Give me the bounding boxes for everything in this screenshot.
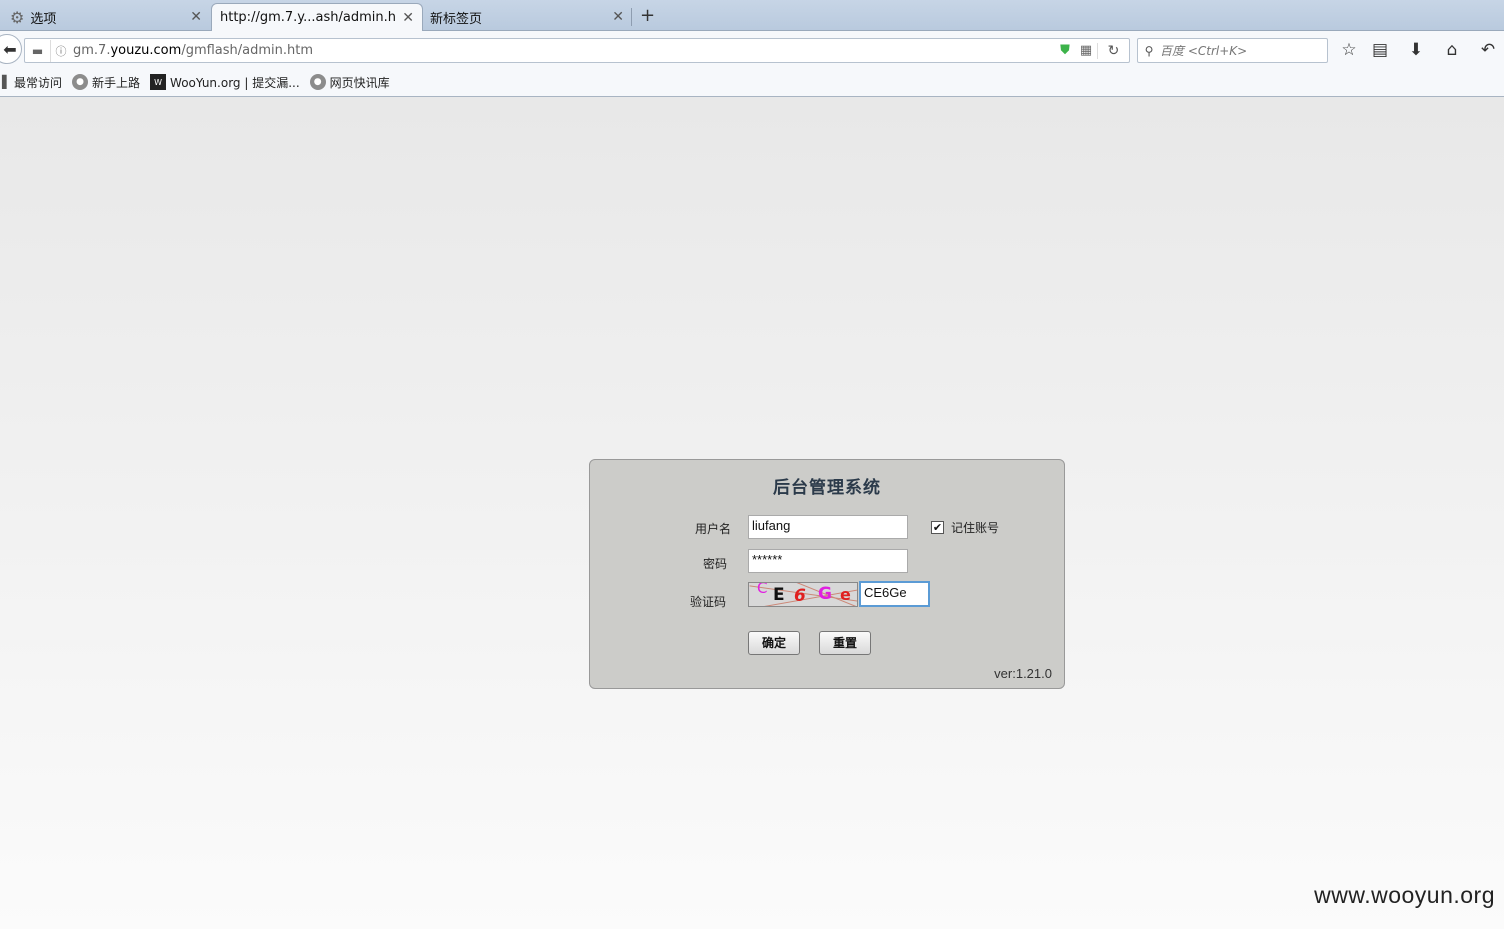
- login-title: 后台管理系统: [773, 478, 881, 498]
- search-icon: ⚲: [1144, 43, 1154, 58]
- bookmark-label: 新手上路: [92, 75, 141, 90]
- tab-label: http://gm.7.y...ash/admin.htm: [220, 10, 397, 25]
- captcha-char: C: [757, 582, 768, 597]
- info-icon[interactable]: ⓘ: [51, 43, 71, 59]
- password-input[interactable]: ******: [748, 549, 908, 573]
- bookmark-label: 最常访问: [14, 75, 63, 90]
- username-label: 用户名: [695, 522, 732, 536]
- submit-button[interactable]: 确定: [748, 631, 800, 655]
- tab-options[interactable]: ⚙ 选项 ✕: [2, 3, 210, 31]
- login-panel: 后台管理系统 用户名 liufang ✔ 记住账号 密码 ****** 验证码 …: [589, 459, 1065, 689]
- wooyun-icon: W: [150, 74, 167, 90]
- username-input[interactable]: liufang: [748, 515, 908, 539]
- url-text[interactable]: gm.7.youzu.com/gmflash/admin.htm: [71, 43, 1055, 58]
- undo-icon[interactable]: ↶: [1477, 40, 1499, 60]
- new-tab-button[interactable]: +: [640, 5, 655, 26]
- navigation-bar: ⬅ ▬ ⓘ gm.7.youzu.com/gmflash/admin.htm ⛊…: [0, 31, 1504, 68]
- remember-label: 记住账号: [951, 521, 1000, 535]
- gear-icon: ⚙: [10, 7, 25, 27]
- back-arrow-icon: ⬅: [3, 39, 17, 59]
- captcha-image[interactable]: C E 6 G e: [748, 582, 858, 607]
- bookmark-star-icon[interactable]: ☆: [1338, 40, 1360, 60]
- download-icon[interactable]: ⬇: [1405, 40, 1427, 60]
- search-placeholder: 百度 <Ctrl+K>: [1160, 44, 1248, 58]
- reading-list-icon[interactable]: ▤: [1369, 40, 1391, 60]
- url-bar[interactable]: ▬ ⓘ gm.7.youzu.com/gmflash/admin.htm ⛊ ▦…: [24, 38, 1130, 63]
- qr-code-icon[interactable]: ▦: [1075, 43, 1097, 58]
- remember-checkbox[interactable]: ✔: [931, 521, 944, 534]
- search-bar[interactable]: ⚲ 百度 <Ctrl+K>: [1137, 38, 1328, 63]
- captcha-char: 6: [794, 586, 806, 606]
- globe-icon: ●: [72, 74, 89, 90]
- reset-button[interactable]: 重置: [819, 631, 871, 655]
- page-content: 后台管理系统 用户名 liufang ✔ 记住账号 密码 ****** 验证码 …: [0, 97, 1504, 929]
- version-label: ver:1.21.0: [994, 666, 1052, 681]
- bookmark-wooyun[interactable]: W WooYun.org | 提交漏...: [150, 74, 300, 91]
- tab-new-tab[interactable]: 新标签页 ✕: [422, 3, 632, 31]
- captcha-char: E: [773, 585, 785, 605]
- bookmark-label: WooYun.org | 提交漏...: [170, 75, 300, 90]
- password-label: 密码: [703, 557, 728, 571]
- tab-strip: ⚙ 选项 ✕ http://gm.7.y...ash/admin.htm ✕ 新…: [0, 0, 1504, 31]
- close-icon[interactable]: ✕: [190, 9, 202, 25]
- tab-label: 选项: [30, 11, 57, 27]
- watermark: www.wooyun.org: [1314, 882, 1495, 908]
- bookmark-most-visited[interactable]: ▐ 最常访问: [0, 74, 62, 91]
- shield-icon[interactable]: ⛊: [1055, 43, 1075, 58]
- close-icon[interactable]: ✕: [612, 9, 624, 25]
- globe-icon: ●: [309, 74, 326, 90]
- bookmark-label: 网页快讯库: [329, 75, 390, 90]
- captcha-char: e: [840, 585, 851, 604]
- bookmark-getting-started[interactable]: ● 新手上路: [72, 74, 140, 91]
- captcha-label: 验证码: [690, 595, 727, 609]
- folder-icon: ▐: [0, 75, 7, 89]
- back-button[interactable]: ⬅: [0, 34, 22, 64]
- tab-divider: [631, 8, 632, 26]
- captcha-char: G: [818, 584, 832, 604]
- remember-account[interactable]: ✔ 记住账号: [931, 519, 999, 536]
- reload-icon[interactable]: ↻: [1097, 42, 1129, 59]
- close-icon[interactable]: ✕: [402, 10, 414, 26]
- bookmark-web-slices[interactable]: ● 网页快讯库: [309, 74, 390, 91]
- home-icon[interactable]: ⌂: [1441, 40, 1463, 60]
- tab-label: 新标签页: [430, 11, 483, 27]
- tab-admin[interactable]: http://gm.7.y...ash/admin.htm ✕: [211, 3, 423, 31]
- captcha-input[interactable]: CE6Ge: [859, 581, 930, 607]
- page-icon: ▬: [25, 39, 51, 62]
- bookmarks-toolbar: ▐ 最常访问 ● 新手上路 W WooYun.org | 提交漏... ● 网页…: [0, 68, 1504, 97]
